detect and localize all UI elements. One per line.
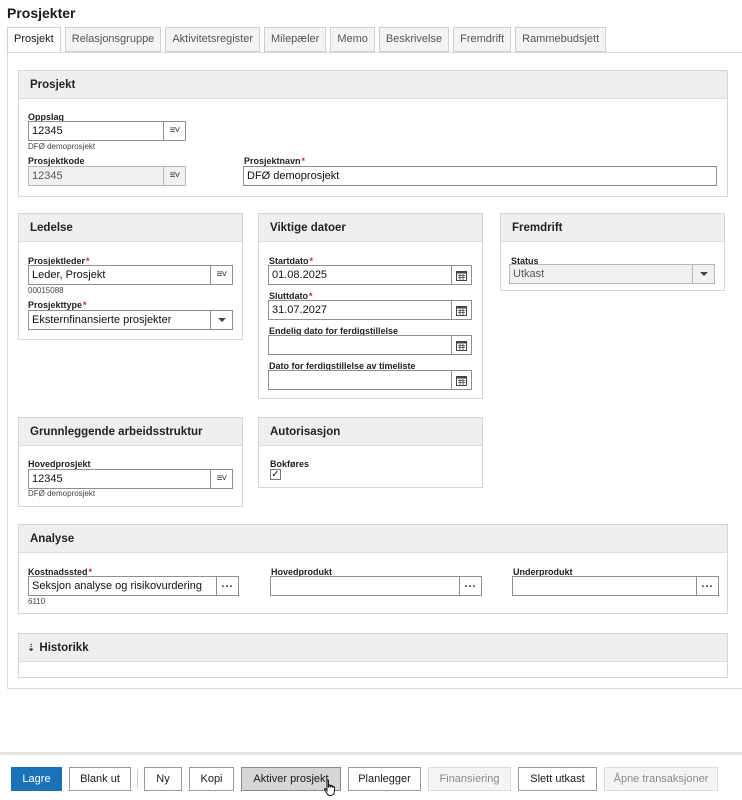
ellipsis-icon: ...: [701, 578, 714, 590]
prosjektkode-label: Prosjektkode: [28, 156, 85, 166]
oppslag-description: DFØ demoprosjekt: [28, 142, 96, 151]
status-select[interactable]: Utkast: [509, 264, 715, 284]
calendar-icon: [456, 340, 467, 351]
footer-divider: [0, 752, 742, 755]
hovedprosjekt-input[interactable]: 12345 ≡˅: [28, 469, 233, 489]
panel-ledelse-title: Ledelse: [19, 214, 242, 242]
calendar-icon: [456, 375, 467, 386]
kopi-button[interactable]: Kopi: [189, 767, 234, 791]
historikk-title: Historikk: [39, 642, 89, 654]
tab-memo[interactable]: Memo: [330, 27, 375, 52]
chevron-down-icon: [217, 318, 226, 322]
dropdown-button[interactable]: [692, 265, 714, 283]
endelig-dato-input[interactable]: [268, 335, 472, 355]
list-lookup-icon: ≡˅: [216, 473, 228, 484]
hovedprodukt-input[interactable]: ...: [270, 576, 482, 596]
lookup-button[interactable]: ≡˅: [210, 266, 232, 284]
list-lookup-icon: ≡˅: [216, 269, 228, 280]
prosjektnavn-input[interactable]: DFØ demoprosjekt: [243, 166, 717, 186]
apne-transaksjoner-button[interactable]: Åpne transaksjoner: [604, 767, 718, 791]
tab-bar: Prosjekt Relasjonsgruppe Aktivitetsregis…: [7, 27, 610, 54]
lookup-button[interactable]: ≡˅: [210, 470, 232, 488]
tab-beskrivelse[interactable]: Beskrivelse: [378, 27, 450, 52]
panel-analyse-title: Analyse: [19, 525, 727, 553]
required-marker: *: [83, 300, 87, 310]
blank-ut-button[interactable]: Blank ut: [69, 767, 131, 791]
prosjektkode-field: 12345 ≡˅: [28, 166, 186, 186]
timeliste-dato-input[interactable]: [268, 370, 472, 390]
panel-autorisasjon: Autorisasjon: [258, 417, 483, 488]
panel-autorisasjon-title: Autorisasjon: [259, 418, 482, 446]
sluttdato-input[interactable]: 31.07.2027: [268, 300, 472, 320]
date-picker-button[interactable]: [451, 371, 471, 389]
startdato-input[interactable]: 01.08.2025: [268, 265, 472, 285]
required-marker: *: [301, 156, 306, 166]
dropdown-button[interactable]: [210, 311, 232, 329]
browse-button[interactable]: ...: [696, 577, 718, 595]
tab-relasjonsgruppe[interactable]: Relasjonsgruppe: [64, 27, 162, 52]
browse-button[interactable]: ...: [459, 577, 481, 595]
bokfores-label: Bokføres: [270, 459, 310, 469]
calendar-icon: [456, 305, 467, 316]
list-lookup-icon: ≡˅: [169, 125, 181, 136]
tab-rammebudsjett[interactable]: Rammebudsjett: [515, 27, 607, 52]
double-chevron-down-icon: ⇣: [27, 643, 36, 654]
oppslag-input[interactable]: 12345 ≡˅: [28, 121, 186, 141]
prosjektnavn-label: Prosjektnavn*: [244, 156, 306, 166]
finansiering-button[interactable]: Finansiering: [428, 767, 511, 791]
prosjektleder-id: 00015088: [28, 286, 64, 295]
chevron-down-icon: [699, 272, 708, 276]
bokfores-checkbox[interactable]: ✓: [270, 469, 281, 480]
browse-button[interactable]: ...: [216, 577, 238, 595]
date-picker-button[interactable]: [451, 336, 471, 354]
toolbar-separator: [137, 769, 138, 789]
hovedprosjekt-description: DFØ demoprosjekt: [28, 489, 96, 498]
kostnadssted-input[interactable]: Seksjon analyse og risikovurdering ...: [28, 576, 239, 596]
underprodukt-input[interactable]: ...: [512, 576, 719, 596]
historikk-toggle[interactable]: ⇣ Historikk: [19, 634, 727, 662]
ellipsis-icon: ...: [221, 578, 234, 590]
lookup-button: ≡˅: [163, 167, 185, 185]
lagre-button[interactable]: Lagre: [11, 767, 62, 791]
slett-utkast-button[interactable]: Slett utkast: [518, 767, 597, 791]
page-title: Prosjekter: [7, 5, 76, 21]
tab-milepaeler[interactable]: Milepæler: [264, 27, 327, 52]
tab-aktivitetsregister[interactable]: Aktivitetsregister: [165, 27, 261, 52]
prosjektleder-input[interactable]: Leder, Prosjekt ≡˅: [28, 265, 233, 285]
kostnadssted-code: 6110: [28, 597, 46, 606]
prosjekttype-select[interactable]: Eksternfinansierte prosjekter: [28, 310, 233, 330]
hovedprosjekt-label: Hovedprosjekt: [28, 459, 91, 469]
panel-fremdrift-title: Fremdrift: [501, 214, 724, 242]
panel-prosjekt-title: Prosjekt: [19, 71, 727, 99]
tab-prosjekt[interactable]: Prosjekt: [7, 27, 61, 54]
panel-historikk: ⇣ Historikk: [18, 633, 728, 678]
calendar-icon: [456, 270, 467, 281]
planlegger-button[interactable]: Planlegger: [348, 767, 421, 791]
list-lookup-icon: ≡˅: [169, 170, 181, 181]
panel-analyse: Analyse: [18, 524, 728, 614]
date-picker-button[interactable]: [451, 266, 471, 284]
panel-viktige-datoer-title: Viktige datoer: [259, 214, 482, 242]
prosjekttype-label: Prosjekttype*: [28, 300, 87, 310]
ny-button[interactable]: Ny: [144, 767, 182, 791]
lookup-button[interactable]: ≡˅: [163, 122, 185, 140]
date-picker-button[interactable]: [451, 301, 471, 319]
tab-fremdrift[interactable]: Fremdrift: [453, 27, 512, 52]
panel-arbeidsstruktur-title: Grunnleggende arbeidsstruktur: [19, 418, 242, 446]
ellipsis-icon: ...: [464, 578, 477, 590]
hand-cursor-icon: [324, 779, 335, 796]
